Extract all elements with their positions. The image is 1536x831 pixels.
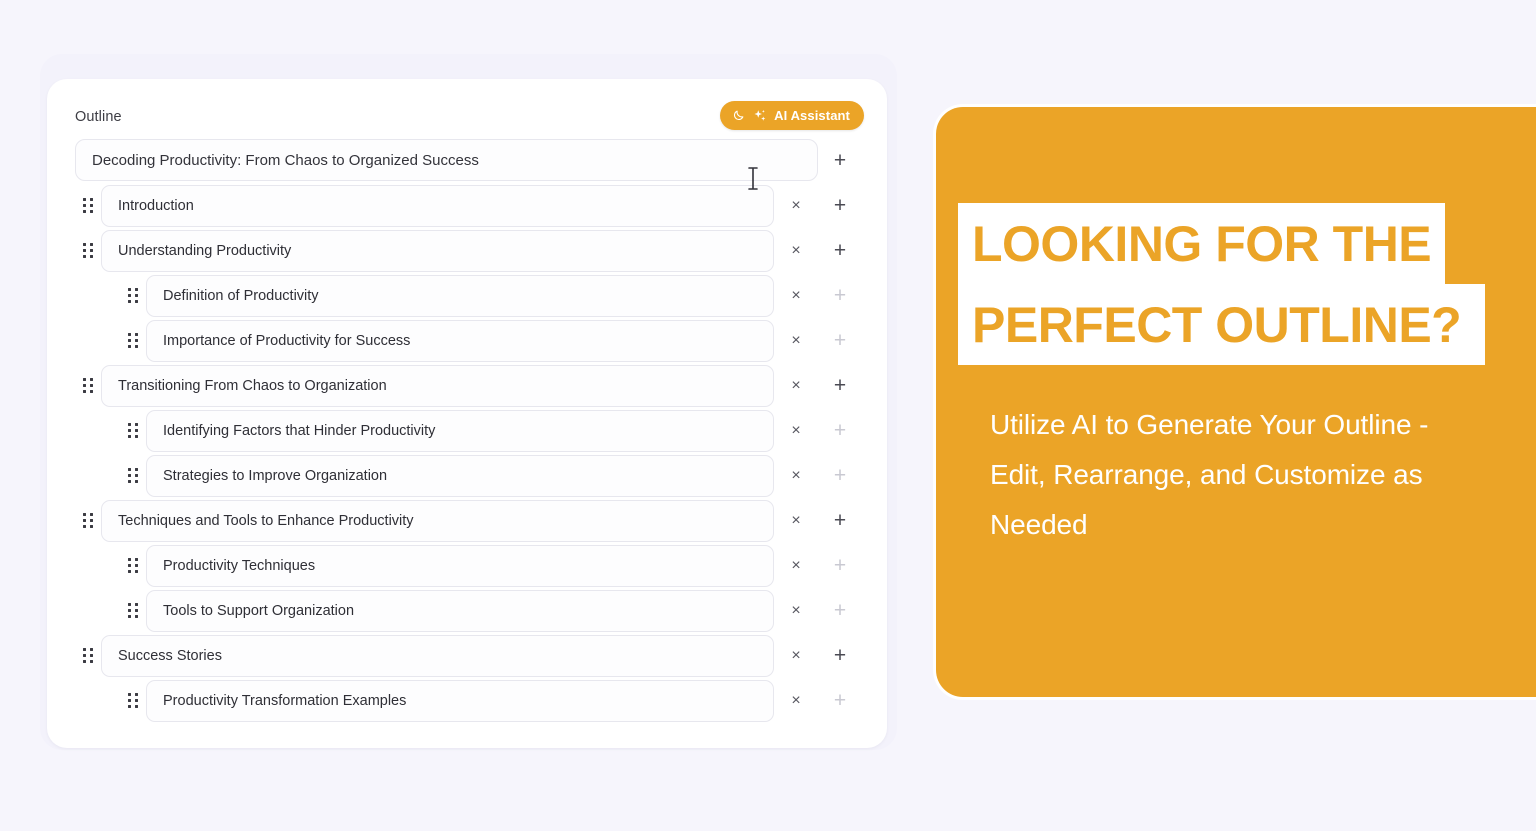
outline-item-input[interactable]: Productivity Techniques xyxy=(146,544,774,587)
outline-row: Definition of Productivity × + xyxy=(75,273,862,318)
add-child-item-button: + xyxy=(818,276,862,316)
add-child-item-button: + xyxy=(818,546,862,586)
drag-handle-icon[interactable] xyxy=(120,463,146,489)
outline-item-input[interactable]: Techniques and Tools to Enhance Producti… xyxy=(101,499,774,542)
outline-title-row: Decoding Productivity: From Chaos to Org… xyxy=(75,138,862,182)
drag-handle-icon[interactable] xyxy=(75,643,101,669)
plus-icon: + xyxy=(833,419,847,442)
drag-handle-icon[interactable] xyxy=(120,418,146,444)
outline-item-input[interactable]: Understanding Productivity xyxy=(101,229,774,272)
outline-item-input[interactable]: Introduction xyxy=(101,184,774,227)
remove-item-button[interactable]: × xyxy=(774,321,818,361)
add-child-item-button[interactable]: + xyxy=(818,366,862,406)
plus-icon: + xyxy=(833,148,847,172)
add-child-item-button: + xyxy=(818,456,862,496)
outline-title-input[interactable]: Decoding Productivity: From Chaos to Org… xyxy=(75,139,818,181)
outline-row: Strategies to Improve Organization × + xyxy=(75,453,862,498)
close-icon: × xyxy=(791,241,801,259)
plus-icon: + xyxy=(833,194,847,217)
drag-handle-icon[interactable] xyxy=(120,553,146,579)
add-child-item-button: + xyxy=(818,591,862,631)
add-child-item-button[interactable]: + xyxy=(818,186,862,226)
plus-icon: + xyxy=(833,689,847,712)
outline-row: Success Stories × + xyxy=(75,633,862,678)
outline-row: Importance of Productivity for Success × + xyxy=(75,318,862,363)
sparkles-icon xyxy=(752,108,767,123)
promo-headline: LOOKING FOR THE PERFECT OUTLINE? xyxy=(958,203,1486,365)
close-icon: × xyxy=(791,421,801,439)
outline-row: Transitioning From Chaos to Organization… xyxy=(75,363,862,408)
close-icon: × xyxy=(791,286,801,304)
add-child-item-button: + xyxy=(818,681,862,721)
ai-assistant-label: AI Assistant xyxy=(774,108,850,123)
outline-item-input[interactable]: Success Stories xyxy=(101,634,774,677)
drag-handle-icon[interactable] xyxy=(120,688,146,714)
plus-icon: + xyxy=(833,464,847,487)
drag-handle-icon[interactable] xyxy=(120,328,146,354)
outline-item-input[interactable]: Definition of Productivity xyxy=(146,274,774,317)
remove-item-button[interactable]: × xyxy=(774,546,818,586)
close-icon: × xyxy=(791,196,801,214)
remove-item-button[interactable]: × xyxy=(774,681,818,721)
drag-handle-icon[interactable] xyxy=(120,283,146,309)
close-icon: × xyxy=(791,601,801,619)
outline-item-input[interactable]: Strategies to Improve Organization xyxy=(146,454,774,497)
crescent-moon-icon xyxy=(732,109,745,122)
outline-row: Techniques and Tools to Enhance Producti… xyxy=(75,498,862,543)
outline-rows-list: Introduction × + Understanding Productivity… xyxy=(75,183,862,723)
remove-item-button[interactable]: × xyxy=(774,276,818,316)
add-child-item-button[interactable]: + xyxy=(818,501,862,541)
add-child-item-button[interactable]: + xyxy=(818,231,862,271)
close-icon: × xyxy=(791,376,801,394)
close-icon: × xyxy=(791,511,801,529)
promo-headline-line-2: PERFECT OUTLINE? xyxy=(958,284,1486,365)
remove-item-button[interactable]: × xyxy=(774,231,818,271)
plus-icon: + xyxy=(833,284,847,307)
outline-item-input[interactable]: Identifying Factors that Hinder Producti… xyxy=(146,409,774,452)
plus-icon: + xyxy=(833,554,847,577)
remove-item-button[interactable]: × xyxy=(774,591,818,631)
outline-row: Productivity Transformation Examples × + xyxy=(75,678,862,723)
add-root-item-button[interactable]: + xyxy=(818,140,862,180)
close-icon: × xyxy=(791,466,801,484)
remove-item-button[interactable]: × xyxy=(774,456,818,496)
plus-icon: + xyxy=(833,239,847,262)
add-child-item-button: + xyxy=(818,411,862,451)
promo-headline-line-1: LOOKING FOR THE xyxy=(958,203,1446,284)
drag-handle-icon[interactable] xyxy=(120,598,146,624)
remove-item-button[interactable]: × xyxy=(774,186,818,226)
remove-item-button[interactable]: × xyxy=(774,411,818,451)
close-icon: × xyxy=(791,331,801,349)
remove-item-button[interactable]: × xyxy=(774,501,818,541)
plus-icon: + xyxy=(833,329,847,352)
plus-icon: + xyxy=(833,509,847,532)
plus-icon: + xyxy=(833,374,847,397)
close-icon: × xyxy=(791,691,801,709)
outline-row: Introduction × + xyxy=(75,183,862,228)
promo-subtext: Utilize AI to Generate Your Outline - Ed… xyxy=(990,409,1429,540)
add-child-item-button[interactable]: + xyxy=(818,636,862,676)
plus-icon: + xyxy=(833,599,847,622)
close-icon: × xyxy=(791,556,801,574)
outline-row: Understanding Productivity × + xyxy=(75,228,862,273)
outline-item-input[interactable]: Productivity Transformation Examples xyxy=(146,679,774,722)
outline-item-input[interactable]: Tools to Support Organization xyxy=(146,589,774,632)
outline-row: Identifying Factors that Hinder Producti… xyxy=(75,408,862,453)
outline-row: Productivity Techniques × + xyxy=(75,543,862,588)
outline-card: Outline AI Assistant Decoding Productivi… xyxy=(47,79,887,748)
add-child-item-button: + xyxy=(818,321,862,361)
drag-handle-icon[interactable] xyxy=(75,238,101,264)
remove-item-button[interactable]: × xyxy=(774,636,818,676)
outline-item-input[interactable]: Importance of Productivity for Success xyxy=(146,319,774,362)
outline-item-input[interactable]: Transitioning From Chaos to Organization xyxy=(101,364,774,407)
ai-assistant-button[interactable]: AI Assistant xyxy=(720,101,864,130)
drag-handle-icon[interactable] xyxy=(75,508,101,534)
promo-panel: LOOKING FOR THE PERFECT OUTLINE? Utilize… xyxy=(933,104,1536,700)
remove-item-button[interactable]: × xyxy=(774,366,818,406)
close-icon: × xyxy=(791,646,801,664)
drag-handle-icon[interactable] xyxy=(75,373,101,399)
drag-handle-icon[interactable] xyxy=(75,193,101,219)
plus-icon: + xyxy=(833,644,847,667)
outline-row: Tools to Support Organization × + xyxy=(75,588,862,633)
